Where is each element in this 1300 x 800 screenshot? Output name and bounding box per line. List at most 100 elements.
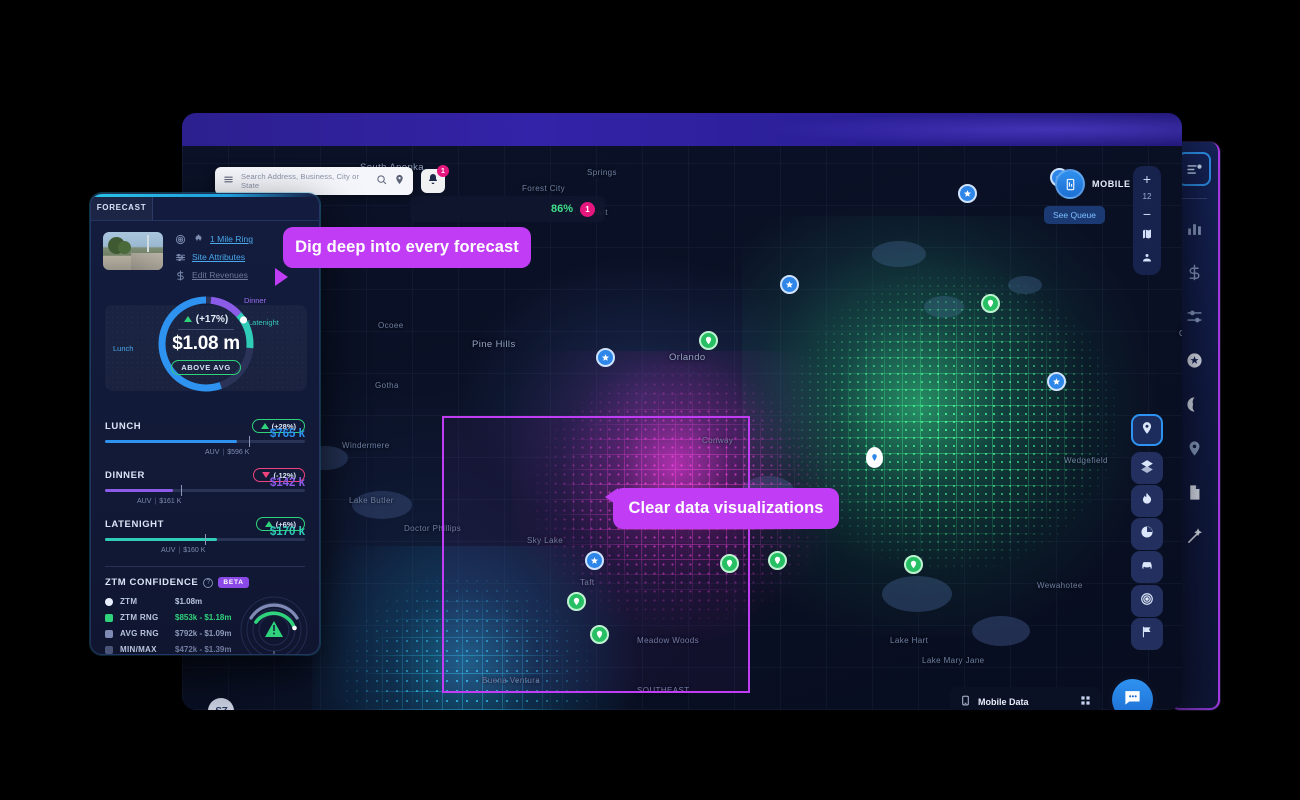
legend-swatch [105, 629, 113, 638]
map-pin-star[interactable] [958, 184, 977, 203]
auv-label: AUV [137, 497, 152, 505]
zoom-in-button[interactable]: + [1143, 172, 1151, 186]
document-icon [1186, 484, 1203, 501]
map-pin-pin[interactable] [981, 294, 1000, 313]
daypart-value: $765 k [269, 428, 305, 440]
map-label: Wedgefield [1064, 456, 1108, 465]
auv-value: $161 K [159, 497, 182, 505]
ztm-legend-row: AVG RNG $792k - $1.09m [105, 629, 235, 638]
donut-delta: (+17%) [195, 313, 229, 325]
legend-name: AVG RNG [120, 629, 159, 638]
map-pin-star[interactable] [1047, 372, 1066, 391]
zoom-out-button[interactable]: − [1143, 207, 1151, 221]
map-tool-layers[interactable] [1131, 452, 1163, 484]
bell-icon [427, 172, 439, 190]
map-tool-flame[interactable] [1131, 485, 1163, 517]
tooltip-dig-deep: Dig deep into every forecast [283, 227, 531, 268]
mobile-label: MOBILE [1092, 179, 1131, 189]
daypart-bar-fill [105, 440, 237, 443]
rail-item-filters[interactable] [1177, 299, 1211, 333]
location-pin-icon[interactable] [394, 172, 405, 190]
mobile-mode-chip[interactable]: MOBILE [1055, 169, 1131, 199]
target-icon [1140, 592, 1154, 611]
auv-label: AUV [205, 448, 220, 456]
map-label: Lake Butler [349, 496, 394, 505]
map-pin-icon [1186, 440, 1203, 457]
rail-item-locations[interactable] [1177, 431, 1211, 465]
map-pin-star[interactable] [585, 551, 604, 570]
notification-count-badge: 1 [437, 165, 449, 177]
see-queue-button[interactable]: See Queue [1044, 206, 1106, 224]
rail-item-list-location[interactable] [1177, 152, 1211, 186]
notifications-button[interactable]: 1 [421, 165, 449, 193]
rail-item-pac[interactable] [1177, 387, 1211, 421]
daypart-auv: AUV | $160 K [161, 546, 206, 554]
street-view-button[interactable] [1141, 251, 1153, 269]
map-pin-star[interactable] [780, 275, 799, 294]
map-tool-map-pin[interactable] [1131, 414, 1163, 446]
search-icon[interactable] [376, 172, 387, 190]
map-label: Ocoee [378, 321, 404, 330]
daypart-row: LUNCH (+28%) AUV | $596 K $765 k [105, 419, 305, 458]
daypart-value: $142 k [269, 477, 305, 489]
map-pin-pin[interactable] [904, 555, 923, 574]
map-pin-marker[interactable] [866, 447, 883, 468]
map-tool-flag[interactable] [1131, 618, 1163, 650]
search-input-placeholder[interactable]: Search Address, Business, City or State [241, 172, 369, 190]
search-bar[interactable]: Search Address, Business, City or State [215, 167, 413, 195]
trend-up-icon [260, 423, 269, 429]
bottom-status-bar[interactable]: Mobile Data [950, 687, 1101, 710]
map-pin-pin[interactable] [590, 625, 609, 644]
site-link-label[interactable]: Site Attributes [192, 252, 245, 262]
dollar-icon [1186, 264, 1203, 281]
forecast-donut-section: (+17%) $1.08 m ABOVE AVG Lunch Dinner La… [91, 287, 319, 415]
rail-item-reports[interactable] [1177, 475, 1211, 509]
tab-forecast[interactable]: FORECAST [91, 194, 153, 220]
site-link-label[interactable]: 1 Mile Ring [210, 234, 253, 244]
daypart-row: LATENIGHT (+6%) AUV | $160 K $170 k [105, 517, 305, 556]
pie-icon [1140, 525, 1154, 544]
daypart-bar-fill [105, 489, 173, 492]
donut-total-value: $1.08 m [172, 332, 240, 354]
ztm-confidence-section: ZTM CONFIDENCE ? BETA ZTM $1.08m ZTM RNG $8… [91, 567, 319, 654]
basemap-toggle-button[interactable] [1141, 227, 1153, 245]
daypart-list: LUNCH (+28%) AUV | $596 K $765 k DINNER (-12%) A… [91, 415, 319, 556]
site-thumbnail[interactable] [103, 232, 163, 270]
rail-divider [1181, 198, 1207, 199]
map-pin-pin[interactable] [768, 551, 787, 570]
legend-value: $1.08m [175, 597, 203, 606]
trend-up-icon [183, 316, 192, 322]
grid-view-icon[interactable] [1080, 693, 1091, 710]
map-tool-car[interactable] [1131, 551, 1163, 583]
daypart-value: $170 k [269, 526, 305, 538]
panel-tabs: FORECAST [91, 194, 319, 221]
rail-item-magic[interactable] [1177, 519, 1211, 553]
help-icon[interactable]: ? [203, 577, 214, 588]
site-link-label[interactable]: Edit Revenues [192, 270, 248, 280]
daypart-name: LATENIGHT [105, 518, 165, 530]
mobile-data-label: Mobile Data [978, 697, 1029, 707]
map-pin-pin[interactable] [720, 554, 739, 573]
bar-chart-icon [1186, 220, 1203, 237]
ztm-title: ZTM CONFIDENCE [105, 577, 199, 588]
sliders-icon [174, 251, 186, 263]
map-zoom-controls[interactable]: + 12 − [1133, 166, 1161, 275]
legend-name: ZTM RNG [120, 613, 159, 622]
sliders-icon [1186, 308, 1203, 325]
tab-empty [153, 194, 319, 220]
map-pin-star[interactable] [596, 348, 615, 367]
dollar-icon [174, 269, 186, 281]
rail-item-revenue[interactable] [1177, 255, 1211, 289]
map-pin-pin[interactable] [699, 331, 718, 350]
auv-value: $160 K [183, 546, 206, 554]
map-tool-target[interactable] [1131, 585, 1163, 617]
map-tool-pie[interactable] [1131, 518, 1163, 550]
map-pin-pin[interactable] [567, 592, 586, 611]
rail-item-favorites[interactable] [1177, 343, 1211, 377]
zoom-level-label: 12 [1142, 192, 1152, 201]
rail-item-bar-chart[interactable] [1177, 211, 1211, 245]
layers-icon [1140, 459, 1154, 478]
score-badge: 1 [580, 201, 595, 217]
beta-badge: BETA [218, 577, 249, 588]
menu-icon[interactable] [223, 172, 234, 190]
